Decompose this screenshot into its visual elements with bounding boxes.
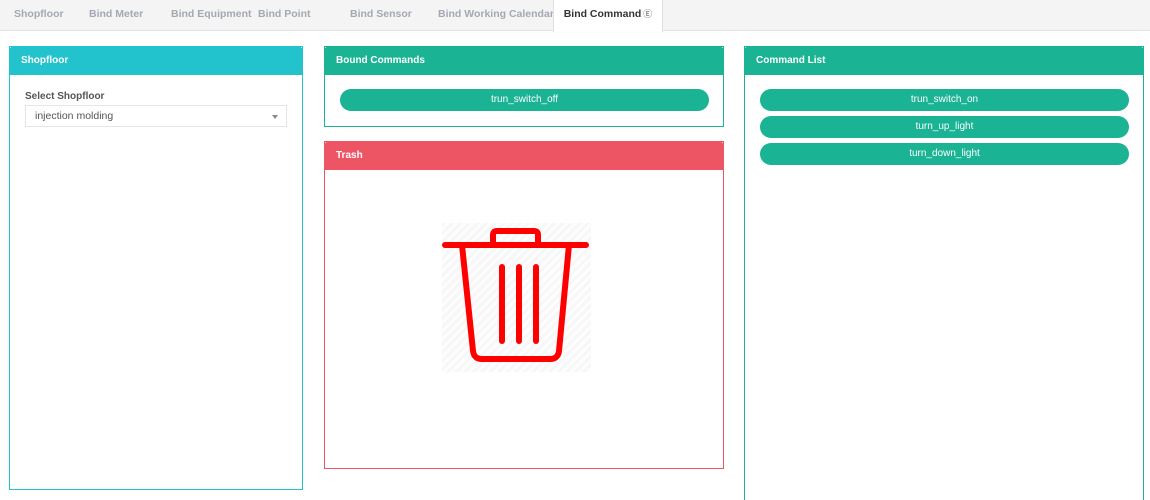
select-shopfloor-label: Select Shopfloor (25, 91, 105, 102)
caret-down-icon (272, 115, 278, 119)
bound-commands-title: Bound Commands (325, 47, 723, 75)
bound-command-item[interactable]: trun_switch_off (340, 89, 709, 111)
tab-bind-sensor[interactable]: Bind Sensor (350, 0, 412, 31)
tab-bind-meter[interactable]: Bind Meter (89, 0, 143, 31)
trash-drop-zone[interactable] (442, 223, 591, 372)
command-list-item[interactable]: turn_up_light (760, 116, 1129, 138)
command-list-item[interactable]: turn_down_light (760, 143, 1129, 165)
shopfloor-panel-title: Shopfloor (10, 47, 302, 75)
command-list-panel: Command List trun_switch_on turn_up_ligh… (744, 46, 1144, 500)
tab-bind-working-calendar[interactable]: Bind Working Calendar (438, 0, 554, 31)
tab-bind-command-label: Bind Command (563, 8, 642, 20)
tab-bind-command[interactable]: Bind Command Ⓔ (553, 0, 663, 32)
circled-e-icon: Ⓔ (643, 9, 653, 19)
command-list-item[interactable]: trun_switch_on (760, 89, 1129, 111)
tab-bind-point[interactable]: Bind Point (258, 0, 311, 31)
tab-bar: Shopfloor Bind Meter Bind Equipment Bind… (0, 0, 1150, 32)
bound-commands-panel: Bound Commands trun_switch_off (324, 46, 724, 127)
tab-bind-equipment[interactable]: Bind Equipment (171, 0, 252, 31)
trash-panel: Trash (324, 141, 724, 469)
shopfloor-panel: Shopfloor Select Shopfloor injection mol… (9, 46, 303, 490)
shopfloor-select-value: injection molding (35, 110, 114, 122)
shopfloor-select[interactable]: injection molding (25, 105, 287, 127)
trash-icon (442, 228, 589, 362)
command-list-title: Command List (745, 47, 1143, 75)
tab-shopfloor[interactable]: Shopfloor (14, 0, 64, 31)
trash-panel-title: Trash (325, 142, 723, 170)
